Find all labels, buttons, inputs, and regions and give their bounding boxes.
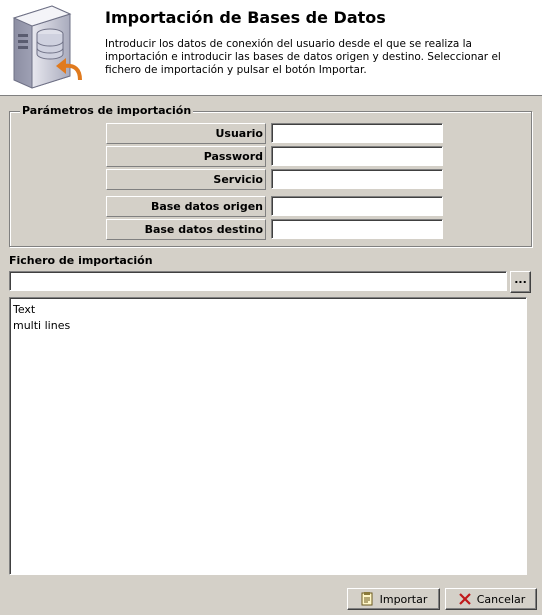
browse-file-button[interactable]: ... (510, 271, 531, 293)
source-db-field[interactable] (271, 196, 443, 216)
password-field[interactable] (271, 146, 443, 166)
import-file-label: Fichero de importación (9, 254, 153, 267)
service-label: Servicio (106, 169, 266, 190)
user-label: Usuario (106, 123, 266, 144)
target-db-field[interactable] (271, 219, 443, 239)
dialog-header: Importación de Bases de Datos Introducir… (0, 0, 542, 96)
dialog-description: Introducir los datos de conexión del usu… (105, 38, 501, 76)
source-db-label: Base datos origen (106, 196, 266, 217)
log-textarea[interactable]: Text multi lines (9, 297, 527, 575)
log-line: Text (13, 303, 36, 316)
cancel-button[interactable]: Cancelar (445, 588, 537, 610)
import-button[interactable]: Importar (347, 588, 440, 610)
import-button-label: Importar (379, 592, 428, 606)
target-db-label: Base datos destino (106, 219, 266, 240)
database-server-icon (12, 5, 82, 89)
close-icon (458, 593, 471, 605)
service-field[interactable] (271, 169, 443, 189)
import-params-legend: Parámetros de importación (20, 104, 194, 117)
dialog-title: Importación de Bases de Datos (105, 8, 386, 27)
import-icon (361, 592, 373, 606)
user-field[interactable] (271, 123, 443, 143)
cancel-button-label: Cancelar (476, 592, 526, 606)
log-line: multi lines (13, 319, 71, 332)
import-file-path-input[interactable] (9, 271, 507, 291)
password-label: Password (106, 146, 266, 167)
